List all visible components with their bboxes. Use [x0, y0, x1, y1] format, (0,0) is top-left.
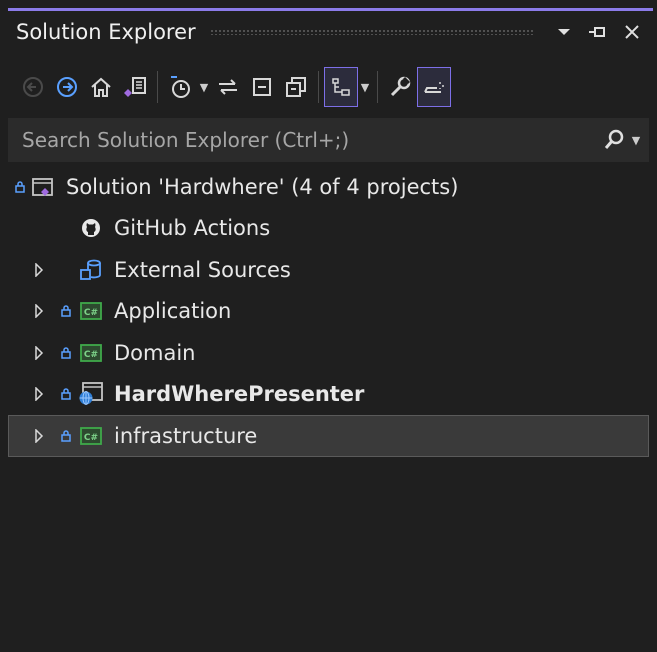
- chevron-down-icon[interactable]: ▼: [358, 81, 372, 94]
- back-arrow-icon[interactable]: [16, 67, 50, 107]
- tree-item-label: External Sources: [114, 257, 291, 282]
- lock-icon: [58, 302, 74, 320]
- search-icon[interactable]: [599, 125, 629, 155]
- csharp-project-icon: C#: [78, 423, 104, 449]
- tree-item-solution[interactable]: Solution 'Hardwhere' (4 of 4 projects): [8, 166, 649, 208]
- chevron-down-icon[interactable]: [547, 17, 581, 47]
- search-box: ▼: [8, 118, 649, 162]
- tree-item-github-actions[interactable]: GitHub Actions: [8, 208, 649, 250]
- solution-icon: [30, 174, 56, 200]
- expand-arrow-icon[interactable]: [28, 262, 50, 277]
- title-grip[interactable]: [209, 29, 533, 35]
- expand-arrow-icon[interactable]: [28, 428, 50, 443]
- lock-icon: [12, 178, 28, 196]
- sync-arrows-icon[interactable]: [211, 67, 245, 107]
- svg-text:C#: C#: [84, 308, 98, 318]
- tree-item-domain[interactable]: C# Domain: [8, 332, 649, 374]
- github-icon: [78, 215, 104, 241]
- clock-icon[interactable]: [163, 67, 197, 107]
- toolbar: ▼ ▼: [8, 60, 649, 114]
- tree-item-label: infrastructure: [114, 423, 258, 448]
- lock-icon: [58, 385, 74, 403]
- toolbar-separator: [318, 71, 319, 103]
- tree-item-infrastructure[interactable]: C# infrastructure: [8, 415, 649, 457]
- svg-text:C#: C#: [84, 350, 98, 360]
- solution-tree: Solution 'Hardwhere' (4 of 4 projects) G…: [8, 166, 649, 457]
- tree-item-label: Domain: [114, 340, 196, 365]
- lock-icon: [58, 427, 74, 445]
- collapse-all-icon[interactable]: [245, 67, 279, 107]
- csharp-project-icon: C#: [78, 340, 104, 366]
- search-input[interactable]: [20, 127, 599, 153]
- expand-arrow-icon[interactable]: [28, 345, 50, 360]
- switch-views-icon[interactable]: [118, 67, 152, 107]
- tree-item-external-sources[interactable]: External Sources: [8, 249, 649, 291]
- toolbar-separator: [377, 71, 378, 103]
- lock-icon: [58, 344, 74, 362]
- tree-item-label: Solution 'Hardwhere' (4 of 4 projects): [66, 174, 459, 199]
- tree-item-hardwherepresenter[interactable]: HardWherePresenter: [8, 374, 649, 416]
- tree-item-label: Application: [114, 299, 232, 324]
- pin-icon[interactable]: [581, 17, 615, 47]
- close-icon[interactable]: [615, 17, 649, 47]
- external-sources-icon: [78, 257, 104, 283]
- tree-item-label: HardWherePresenter: [114, 382, 365, 407]
- csharp-project-icon: C#: [78, 298, 104, 324]
- wrench-icon[interactable]: [383, 67, 417, 107]
- show-all-files-icon[interactable]: [279, 67, 313, 107]
- chevron-down-icon[interactable]: ▼: [629, 134, 643, 147]
- tree-item-label: GitHub Actions: [114, 216, 271, 241]
- expand-arrow-icon[interactable]: [28, 387, 50, 402]
- expand-arrow-icon[interactable]: [28, 304, 50, 319]
- class-view-icon[interactable]: [324, 67, 358, 107]
- home-icon[interactable]: [84, 67, 118, 107]
- title-bar: Solution Explorer: [8, 11, 649, 53]
- preview-icon[interactable]: [417, 67, 451, 107]
- toolbar-separator: [157, 71, 158, 103]
- forward-arrow-icon[interactable]: [50, 67, 84, 107]
- solution-explorer-window: Solution Explorer ▼ ▼ Search Solution Ex…: [0, 0, 657, 652]
- chevron-down-icon[interactable]: ▼: [197, 81, 211, 94]
- tree-item-application[interactable]: C# Application: [8, 291, 649, 333]
- svg-text:C#: C#: [84, 433, 98, 443]
- web-project-icon: [78, 381, 104, 407]
- window-title: Solution Explorer: [16, 20, 196, 44]
